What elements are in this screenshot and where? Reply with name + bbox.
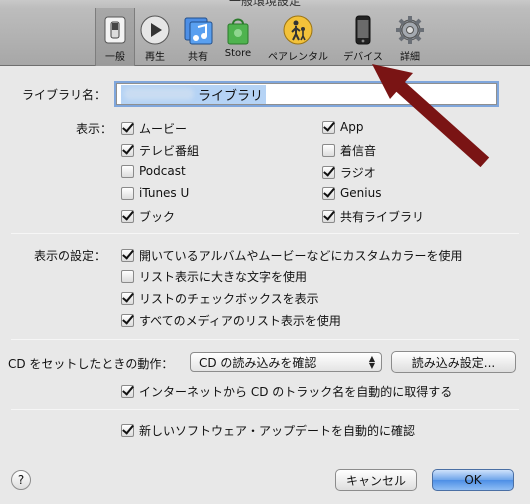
display-settings-label-row: 表示の設定： [34, 247, 106, 264]
checkbox-label: リスト表示に大きな文字を使用 [139, 270, 308, 284]
checkbox-itunes-u[interactable]: iTunes U [121, 186, 189, 200]
preferences-toolbar: 一般 再生 共有 Store ペアレンタル デバイス 詳細 [0, 8, 530, 66]
redacted-text [124, 88, 194, 100]
show-label: 表示： [76, 122, 113, 136]
checkbox-ringtones[interactable]: 着信音 [322, 142, 376, 159]
switch-icon [99, 14, 131, 46]
checkbox[interactable] [121, 385, 134, 398]
divider [11, 339, 519, 340]
library-name-field[interactable]: ライブラリ [116, 83, 497, 105]
shopping-bag-icon [222, 14, 254, 46]
checkbox-tv-shows[interactable]: テレビ番組 [121, 142, 199, 159]
checkbox[interactable] [121, 210, 134, 223]
library-name-value: ライブラリ [198, 88, 264, 104]
checkbox-books[interactable]: ブック [121, 208, 175, 225]
library-name-row: ライブラリ名： [22, 86, 106, 103]
tab-general-label: 一般 [105, 52, 125, 63]
cd-action-popup[interactable]: CD の読み込みを確認 ▲ ▼ [190, 352, 382, 372]
divider [11, 409, 519, 410]
checkbox-label: ラジオ [340, 166, 376, 180]
tab-parental-label: ペアレンタル [268, 52, 328, 63]
divider [11, 233, 519, 234]
checkbox-radio[interactable]: ラジオ [322, 164, 376, 181]
tab-playback[interactable]: 再生 [137, 8, 173, 66]
tab-devices[interactable]: デバイス [340, 8, 386, 66]
iphone-icon [347, 14, 379, 46]
checkbox-label: 新しいソフトウェア・アップデートを自動的に確認 [139, 424, 416, 438]
checkbox-list-checkboxes[interactable]: リストのチェックボックスを表示 [121, 290, 319, 307]
tab-store-label: Store [224, 48, 252, 59]
tab-store[interactable]: Store [220, 8, 256, 66]
checkbox-label: App [340, 120, 364, 134]
tab-general[interactable]: 一般 [95, 8, 135, 66]
checkbox[interactable] [322, 210, 335, 223]
help-button[interactable]: ? [11, 470, 31, 490]
tab-sharing[interactable]: 共有 [180, 8, 216, 66]
checkbox-label: リストのチェックボックスを表示 [139, 292, 319, 306]
checkbox-label: ムービー [139, 122, 188, 136]
checkbox-label: iTunes U [139, 186, 190, 200]
checkbox-list-view-all-media[interactable]: すべてのメディアのリスト表示を使用 [121, 312, 341, 329]
checkbox-label: Genius [340, 186, 382, 200]
tab-advanced-label: 詳細 [400, 52, 420, 63]
checkbox-app[interactable]: App [322, 120, 363, 134]
checkbox[interactable] [322, 120, 335, 134]
checkbox[interactable] [121, 314, 134, 327]
cd-label-row: CD をセットしたときの動作： [8, 355, 173, 372]
cd-action-value: CD の読み込みを確認 [199, 355, 317, 370]
window-title: 一般環境設定 [228, 0, 301, 8]
checkbox[interactable] [322, 144, 335, 157]
tab-parental[interactable]: ペアレンタル [262, 8, 334, 66]
checkbox-label: すべてのメディアのリスト表示を使用 [139, 314, 341, 328]
title-bar: 一般環境設定 [0, 0, 530, 8]
checkbox[interactable] [121, 270, 134, 283]
checkbox[interactable] [121, 292, 134, 305]
checkbox[interactable] [322, 186, 335, 200]
checkbox-label: 共有ライブラリ [340, 210, 425, 224]
ok-button[interactable]: OK [432, 469, 514, 491]
checkbox[interactable] [121, 186, 134, 200]
tab-advanced[interactable]: 詳細 [392, 8, 428, 66]
checkbox[interactable] [121, 249, 134, 262]
cd-action-label: CD をセットしたときの動作： [8, 357, 174, 371]
show-label-row: 表示： [76, 120, 112, 137]
checkbox[interactable] [121, 122, 134, 135]
library-name-label: ライブラリ名： [22, 88, 107, 102]
tab-devices-label: デバイス [343, 52, 383, 63]
updown-arrows-icon: ▲ ▼ [368, 354, 375, 370]
parental-icon [282, 14, 314, 46]
checkbox[interactable] [322, 166, 335, 179]
display-settings-label: 表示の設定： [34, 249, 107, 263]
checkbox-label: 着信音 [340, 144, 377, 158]
checkbox-movies[interactable]: ムービー [121, 120, 187, 137]
music-folder-icon [182, 14, 214, 46]
checkbox-check-updates[interactable]: 新しいソフトウェア・アップデートを自動的に確認 [121, 422, 415, 439]
tab-playback-label: 再生 [145, 52, 165, 63]
checkbox-label: Podcast [139, 164, 186, 178]
checkbox-large-text[interactable]: リスト表示に大きな文字を使用 [121, 268, 307, 285]
checkbox-auto-track-names[interactable]: インターネットから CD のトラック名を自動的に取得する [121, 383, 452, 400]
checkbox-label: 開いているアルバムやムービーなどにカスタムカラーを使用 [139, 249, 463, 263]
checkbox[interactable] [121, 164, 134, 178]
checkbox-shared-library[interactable]: 共有ライブラリ [322, 208, 424, 225]
import-settings-button[interactable]: 読み込み設定... [391, 351, 516, 373]
checkbox-custom-colors[interactable]: 開いているアルバムやムービーなどにカスタムカラーを使用 [121, 247, 463, 264]
play-icon [139, 14, 171, 46]
checkbox[interactable] [121, 424, 134, 437]
checkbox[interactable] [121, 144, 134, 157]
checkbox-label: インターネットから CD のトラック名を自動的に取得する [139, 385, 453, 399]
checkbox-label: テレビ番組 [139, 144, 200, 158]
checkbox-podcast[interactable]: Podcast [121, 164, 186, 178]
checkbox-genius[interactable]: Genius [322, 186, 381, 200]
gear-icon [394, 14, 426, 46]
cancel-button[interactable]: キャンセル [335, 469, 417, 491]
checkbox-label: ブック [139, 210, 176, 224]
tab-sharing-label: 共有 [188, 52, 208, 63]
library-name-selection: ライブラリ [121, 84, 267, 104]
